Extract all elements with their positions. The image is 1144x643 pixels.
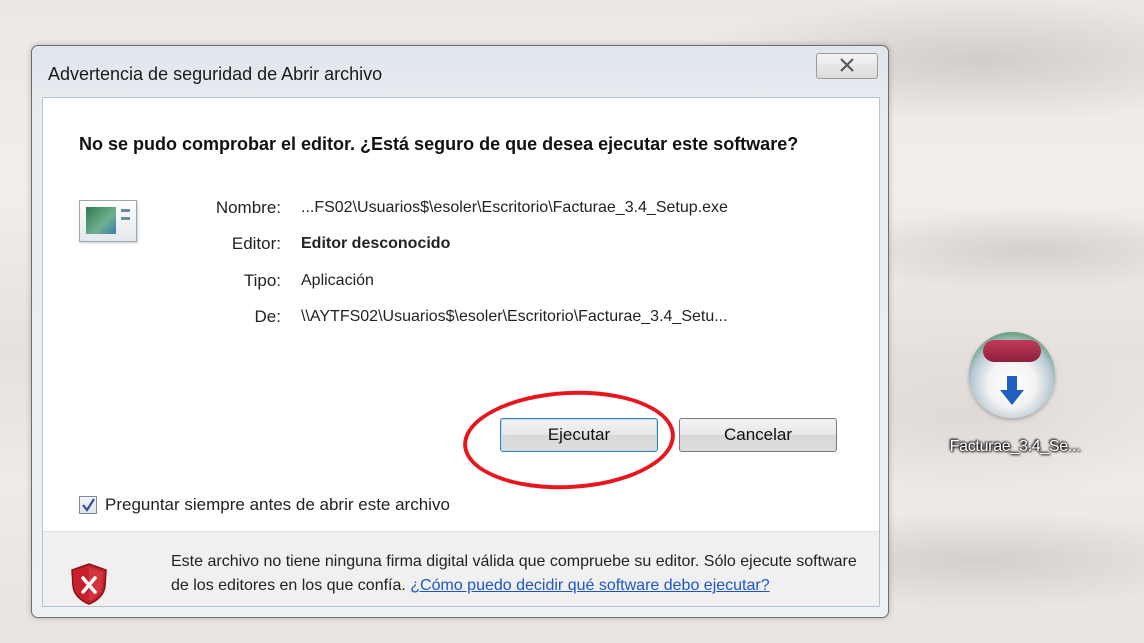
from-value: \\AYTFS02\Usuarios$\esoler\Escritorio\Fa… — [301, 308, 728, 325]
application-file-icon — [79, 200, 137, 242]
dialog-title: Advertencia de seguridad de Abrir archiv… — [48, 64, 383, 84]
warning-heading: No se pudo comprobar el editor. ¿Está se… — [79, 134, 799, 154]
cancel-button[interactable]: Cancelar — [679, 418, 837, 452]
checkmark-icon — [82, 498, 95, 512]
help-link[interactable]: ¿Cómo puedo decidir qué software debo ej… — [410, 577, 769, 594]
name-label: Nombre: — [215, 198, 281, 217]
close-button[interactable] — [816, 53, 878, 79]
security-warning-dialog: Advertencia de seguridad de Abrir archiv… — [31, 45, 889, 618]
type-label: Tipo: — [243, 271, 281, 290]
shield-error-icon — [71, 563, 107, 605]
name-value: ...FS02\Usuarios$\esoler\Escritorio\Fact… — [301, 199, 728, 216]
publisher-label: Editor: — [231, 234, 281, 253]
footer-panel: Este archivo no tiene ninguna firma digi… — [43, 532, 879, 606]
always-ask-label: Preguntar siempre antes de abrir este ar… — [105, 495, 450, 514]
always-ask-checkbox[interactable] — [79, 496, 97, 514]
from-label: De: — [254, 307, 281, 326]
dialog-content: No se pudo comprobar el editor. ¿Está se… — [42, 97, 880, 607]
desktop-shortcut-facturae[interactable]: Facturae_3.4_Se... — [920, 330, 1110, 470]
type-value: Aplicación — [301, 272, 374, 289]
publisher-value: Editor desconocido — [301, 235, 451, 252]
highlight-ring-annotation — [460, 385, 678, 495]
desktop-shortcut-label: Facturae_3.4_Se... — [949, 438, 1081, 455]
footer-message: Este archivo no tiene ninguna firma digi… — [171, 550, 861, 598]
close-icon — [840, 58, 854, 72]
setup-disc-icon — [969, 332, 1055, 418]
